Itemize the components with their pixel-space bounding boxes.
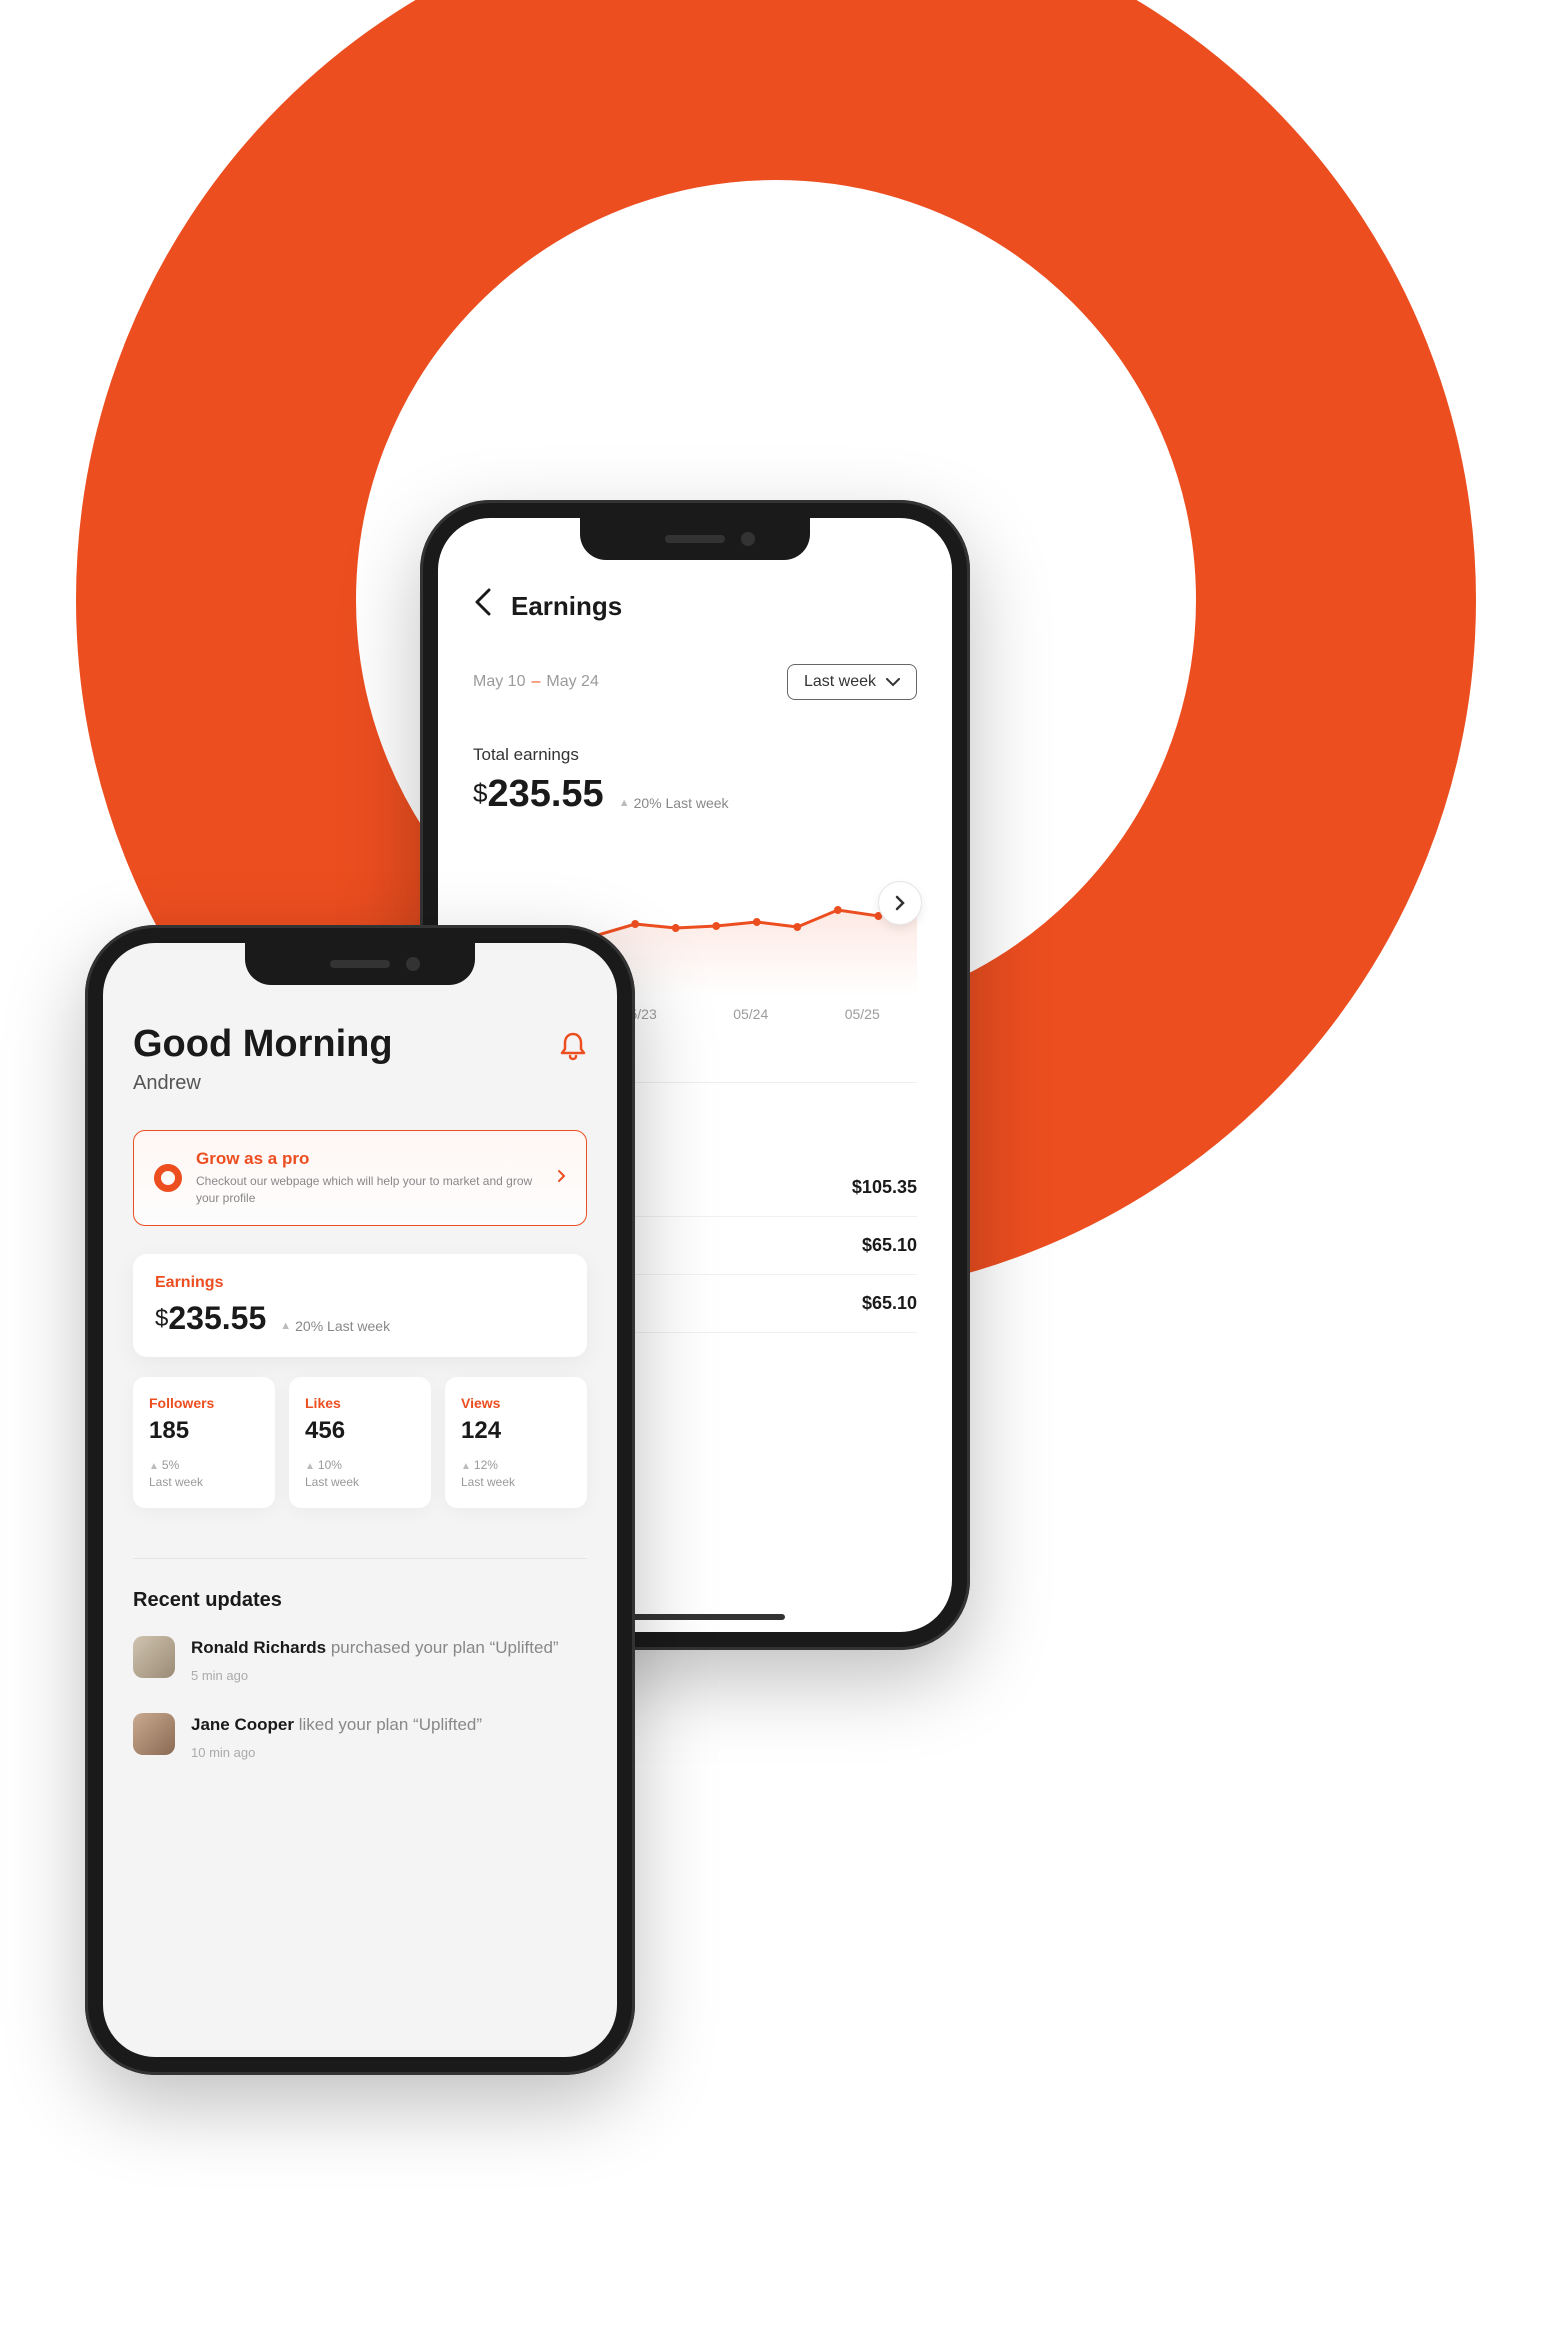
recent-updates-section: Recent updates Ronald Richards purchased… — [133, 1558, 587, 1760]
stat-card-views[interactable]: Views 124 ▲12%Last week — [445, 1377, 587, 1509]
stat-delta: ▲12%Last week — [461, 1457, 571, 1491]
stat-value: 456 — [305, 1417, 415, 1445]
chart-next-button[interactable] — [878, 881, 922, 925]
greeting-title: Good Morning — [133, 1023, 393, 1066]
earnings-label: Earnings — [155, 1274, 565, 1292]
update-item[interactable]: Jane Cooper liked your plan “Uplifted” 1… — [133, 1713, 587, 1760]
total-earnings-delta: ▲20% Last week — [619, 795, 729, 811]
bell-icon[interactable] — [559, 1031, 587, 1069]
total-earnings-value: $235.55 — [473, 773, 604, 816]
update-time: 10 min ago — [191, 1745, 587, 1760]
phone-mockup-home: Good Morning Andrew Grow as a pro Checko… — [85, 925, 635, 2075]
avatar — [133, 1713, 175, 1755]
update-time: 5 min ago — [191, 1668, 587, 1683]
earnings-value: $235.55 — [155, 1300, 266, 1337]
username: Andrew — [133, 1072, 393, 1095]
stat-label: Views — [461, 1395, 571, 1411]
update-message: Ronald Richards purchased your plan “Upl… — [191, 1636, 587, 1660]
ring-icon — [154, 1164, 182, 1192]
stats-grid: Followers 185 ▲5%Last week Likes 456 ▲10… — [133, 1377, 587, 1509]
stat-delta: ▲10%Last week — [305, 1457, 415, 1491]
grow-pro-card[interactable]: Grow as a pro Checkout our webpage which… — [133, 1130, 587, 1226]
recent-updates-title: Recent updates — [133, 1589, 587, 1612]
phone-notch — [580, 518, 810, 560]
chevron-down-icon — [886, 678, 900, 687]
total-earnings-label: Total earnings — [473, 745, 917, 765]
stat-delta: ▲5%Last week — [149, 1457, 259, 1491]
earnings-delta: ▲20% Last week — [280, 1318, 390, 1334]
stat-value: 124 — [461, 1417, 571, 1445]
chevron-right-icon — [557, 1167, 566, 1188]
phone-notch — [245, 943, 475, 985]
page-title: Earnings — [511, 591, 622, 622]
period-select[interactable]: Last week — [787, 664, 917, 700]
back-chevron-icon[interactable] — [473, 588, 491, 624]
stat-card-followers[interactable]: Followers 185 ▲5%Last week — [133, 1377, 275, 1509]
stat-value: 185 — [149, 1417, 259, 1445]
stat-label: Followers — [149, 1395, 259, 1411]
date-range: May 10–May 24 — [473, 673, 599, 691]
update-item[interactable]: Ronald Richards purchased your plan “Upl… — [133, 1636, 587, 1683]
grow-subtitle: Checkout our webpage which will help you… — [196, 1173, 543, 1207]
chevron-right-icon — [895, 895, 905, 911]
avatar — [133, 1636, 175, 1678]
stat-card-likes[interactable]: Likes 456 ▲10%Last week — [289, 1377, 431, 1509]
stat-label: Likes — [305, 1395, 415, 1411]
grow-title: Grow as a pro — [196, 1149, 543, 1169]
earnings-summary-card[interactable]: Earnings $235.55 ▲20% Last week — [133, 1254, 587, 1357]
update-message: Jane Cooper liked your plan “Uplifted” — [191, 1713, 587, 1737]
